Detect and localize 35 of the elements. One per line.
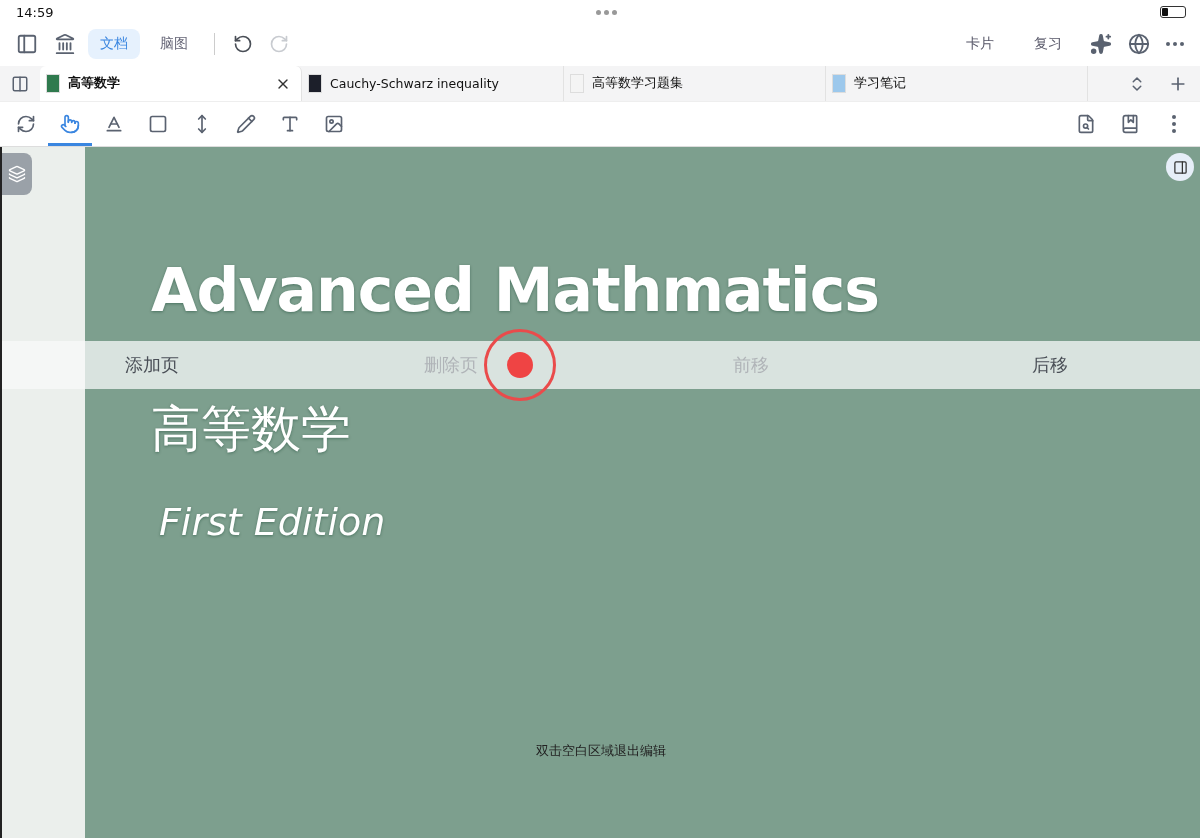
mode-tab[interactable]: 脑图 <box>148 29 200 59</box>
layers-icon <box>8 165 26 183</box>
page-action-button[interactable]: 添加页 <box>118 352 185 378</box>
image-icon <box>324 114 344 134</box>
sidebar-icon <box>16 33 38 55</box>
toolbar-text-button[interactable]: 复习 <box>1018 29 1078 59</box>
bookmark-icon <box>1120 114 1140 134</box>
pencil-icon <box>236 114 256 134</box>
text-icon <box>280 114 300 134</box>
globe-icon <box>1128 33 1150 55</box>
page-action-button[interactable]: 后移 <box>1026 352 1075 378</box>
document-search-icon <box>1076 114 1096 134</box>
more-vertical-icon <box>1172 115 1176 133</box>
exit-edit-hint: 双击空白区域退出编辑 <box>536 742 666 760</box>
layers-button[interactable] <box>2 153 32 195</box>
undo-icon <box>233 34 253 54</box>
rectangle-icon <box>148 114 168 134</box>
touch-indicator <box>484 329 556 401</box>
redo-icon <box>269 34 289 54</box>
cycle-icon <box>16 114 36 134</box>
hand-pointer-icon <box>60 114 80 134</box>
battery-icon <box>1160 6 1186 18</box>
building-icon <box>54 33 76 55</box>
more-icon <box>1166 42 1184 46</box>
cover-title: Advanced Mathmatics <box>151 255 879 325</box>
status-time: 14:59 <box>16 4 54 20</box>
sparkle-icon <box>1090 33 1112 55</box>
underlined-letter-icon <box>104 114 124 134</box>
side-panel-icon <box>1172 159 1188 175</box>
multitasking-dots-icon[interactable] <box>596 9 618 15</box>
cover-edition: First Edition <box>159 499 386 545</box>
document-tab[interactable]: 高等数学 <box>40 66 302 101</box>
toolbar-text-button[interactable]: 卡片 <box>950 29 1010 59</box>
split-view-icon <box>11 74 29 93</box>
cover-subtitle: 高等数学 <box>151 399 351 459</box>
